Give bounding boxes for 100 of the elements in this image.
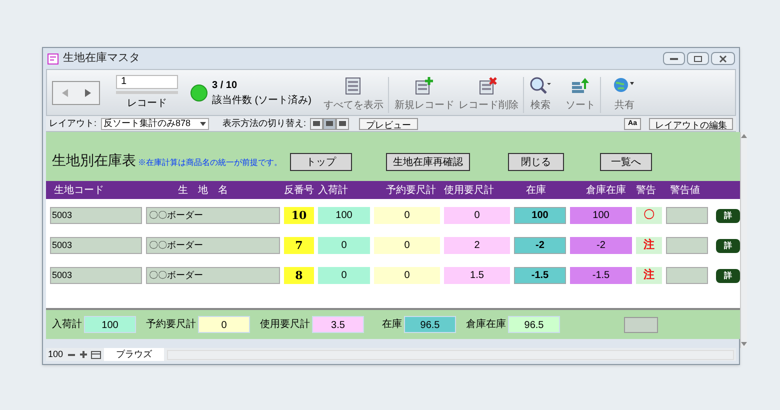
column-heading: 警告値 — [669, 184, 701, 198]
code-cell: 5003 — [50, 237, 142, 254]
layout-label: レイアウト: — [49, 116, 97, 130]
column-heading: 反番号 — [284, 184, 314, 198]
column-heading: 在庫 — [525, 184, 547, 198]
number-cell: 7 — [284, 237, 314, 254]
scroll-up-icon — [741, 134, 747, 138]
received-cell: 0 — [318, 267, 370, 284]
record-navigator[interactable] — [52, 80, 100, 104]
toolbar-button[interactable]: 検索 — [527, 72, 554, 112]
warning-cell: 〇 — [636, 207, 662, 224]
zoom-level: 100 — [48, 348, 64, 361]
view-mode-button[interactable] — [336, 118, 350, 130]
total-value: 100 — [84, 316, 136, 333]
pie-icon — [190, 84, 208, 102]
column-heading: 警告 — [636, 184, 657, 198]
search-icon — [529, 76, 552, 96]
toolbar-button[interactable]: ソート — [563, 72, 598, 112]
reserved-cell: 0 — [374, 207, 440, 224]
close-button[interactable] — [711, 52, 735, 65]
reserved-cell: 0 — [374, 237, 440, 254]
minimize-button[interactable] — [663, 52, 685, 65]
detail-button[interactable]: 詳 — [716, 238, 740, 252]
layout-dropdown[interactable]: 反ソート集計のみ878 — [100, 118, 209, 130]
reserved-cell: 0 — [374, 267, 440, 284]
app-icon — [47, 52, 59, 64]
next-icon — [82, 88, 92, 98]
name-cell: 〇〇ボーダー — [146, 267, 280, 284]
warehouse-cell: -2 — [570, 237, 632, 254]
total-value: 96.5 — [508, 316, 560, 333]
total-value: 3.5 — [312, 316, 364, 333]
blank-field — [624, 316, 658, 332]
name-cell: 〇〇ボーダー — [146, 237, 280, 254]
total-label: 在庫 — [382, 318, 402, 332]
preview-button[interactable]: プレビュー — [359, 118, 418, 130]
used-cell: 0 — [444, 207, 510, 224]
edit-layout-button[interactable]: レイアウトの編集 — [649, 118, 733, 130]
detail-button[interactable]: 詳 — [716, 268, 740, 282]
threshold-cell — [666, 207, 708, 224]
used-cell: 1.5 — [444, 267, 510, 284]
toolbar-button[interactable]: レコード削除 — [456, 72, 520, 112]
warning-cell: 注 — [636, 237, 662, 254]
code-cell: 5003 — [50, 207, 142, 224]
mode-label: ブラウズ — [104, 348, 164, 362]
found-count: 3 / 10 — [212, 78, 238, 92]
stock-cell: -2 — [514, 237, 566, 254]
threshold-cell — [666, 237, 708, 254]
received-cell: 0 — [318, 237, 370, 254]
name-cell: 〇〇ボーダー — [146, 207, 280, 224]
stock-cell: 100 — [514, 207, 566, 224]
record-field[interactable]: 1 — [116, 74, 178, 88]
toolbar-button[interactable]: 共有 — [610, 72, 638, 112]
previous-icon — [60, 88, 70, 98]
total-label: 入荷計 — [52, 318, 82, 332]
header-button[interactable]: 閉じる — [508, 153, 564, 171]
header-button[interactable]: トップ — [290, 153, 352, 171]
page-title: 生地別在庫表 — [52, 151, 136, 170]
found-count-label: 該当件数 (ソート済み) — [212, 94, 312, 108]
total-label: 使用要尺計 — [260, 318, 310, 332]
column-heading: 予約要尺計 — [385, 184, 437, 198]
vertical-scrollbar[interactable] — [740, 132, 747, 348]
total-label: 予約要尺計 — [146, 318, 196, 332]
sort-icon — [570, 76, 590, 96]
column-heading: 生 地 名 — [177, 184, 229, 198]
record-label: レコード — [127, 96, 167, 110]
view-mode-button[interactable] — [310, 118, 324, 130]
toolbar-button[interactable]: 新規レコード — [392, 72, 456, 112]
maximize-button[interactable] — [687, 52, 709, 65]
total-value: 0 — [198, 316, 250, 333]
delete-record-icon — [478, 76, 498, 96]
note-text: ※在庫計算は商品名の統一が前提です。 — [138, 157, 282, 169]
total-value: 96.5 — [404, 316, 456, 333]
status-toggle-icon[interactable] — [91, 350, 102, 358]
threshold-cell — [666, 267, 708, 284]
window-title: 生地在庫マスタ — [63, 50, 140, 66]
column-heading: 入荷計 — [318, 184, 349, 198]
warning-cell: 注 — [636, 267, 662, 284]
toolbar-button[interactable]: すべてを表示 — [321, 72, 386, 112]
zoom-in-icon[interactable] — [79, 350, 88, 359]
detail-button[interactable]: 詳 — [716, 208, 740, 222]
total-label: 倉庫在庫 — [466, 318, 506, 332]
close-icon — [719, 54, 727, 62]
stock-cell: -1.5 — [514, 267, 566, 284]
header-button[interactable]: 一覧へ — [600, 153, 652, 171]
used-cell: 2 — [444, 237, 510, 254]
warehouse-cell: 100 — [570, 207, 632, 224]
add-record-icon — [414, 76, 434, 96]
caret-icon — [200, 122, 206, 126]
column-heading: 使用要尺計 — [444, 184, 495, 198]
column-heading: 生地コード — [53, 184, 105, 198]
scroll-down-icon — [741, 342, 747, 346]
code-cell: 5003 — [50, 267, 142, 284]
warehouse-cell: -1.5 — [570, 267, 632, 284]
view-mode-button[interactable] — [323, 118, 336, 130]
view-label: 表示方法の切り替え: — [222, 116, 306, 130]
records-icon — [343, 76, 364, 96]
number-cell: 8 — [284, 267, 314, 284]
header-button[interactable]: 生地在庫再確認 — [386, 153, 470, 171]
column-heading: 倉庫在庫 — [585, 184, 627, 198]
received-cell: 100 — [318, 207, 370, 224]
